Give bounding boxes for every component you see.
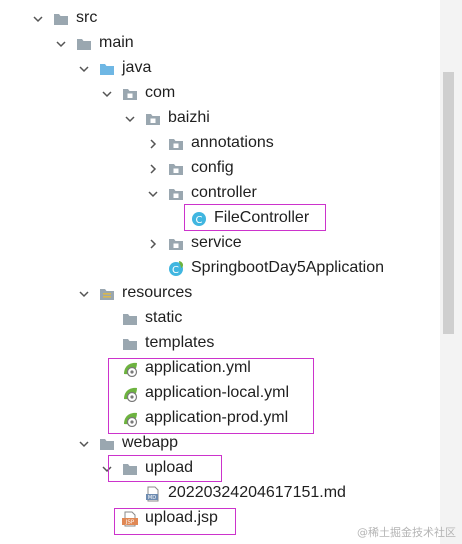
folder-icon xyxy=(53,11,69,27)
chevron-down-icon[interactable] xyxy=(55,37,67,49)
tree-row-static[interactable]: static xyxy=(0,306,440,331)
tree-item-label: src xyxy=(76,9,98,26)
tree-item-label: controller xyxy=(191,184,257,201)
package-icon xyxy=(168,186,184,202)
package-icon xyxy=(145,111,161,127)
chevron-down-icon[interactable] xyxy=(147,187,159,199)
package-icon xyxy=(122,86,138,102)
tree-item-label: static xyxy=(145,309,183,326)
tree-row-controller[interactable]: controller xyxy=(0,181,440,206)
tree-item-label: baizhi xyxy=(168,109,210,126)
chevron-down-icon[interactable] xyxy=(78,62,90,74)
markdown-icon: MD xyxy=(145,486,161,502)
tree-row-java[interactable]: java xyxy=(0,56,440,81)
chevron-down-icon[interactable] xyxy=(101,87,113,99)
package-icon xyxy=(168,236,184,252)
tree-row-service[interactable]: service xyxy=(0,231,440,256)
tree-row-config[interactable]: config xyxy=(0,156,440,181)
svg-text:C: C xyxy=(172,265,179,276)
tree-row-main[interactable]: main xyxy=(0,31,440,56)
tree-item-label: resources xyxy=(122,284,193,301)
tree-row-springbootday5application[interactable]: C SpringbootDay5Application xyxy=(0,256,440,281)
tree-row-baizhi[interactable]: baizhi xyxy=(0,106,440,131)
chevron-right-icon[interactable] xyxy=(147,137,159,149)
folder-icon xyxy=(76,36,92,52)
folder-icon xyxy=(122,311,138,327)
highlight-upload-folder xyxy=(108,455,222,482)
chevron-down-icon[interactable] xyxy=(78,437,90,449)
tree-item-label: templates xyxy=(145,334,215,351)
highlight-filecontroller xyxy=(184,204,326,231)
spring-class-icon: C xyxy=(168,261,184,277)
chevron-down-icon[interactable] xyxy=(78,287,90,299)
highlight-yml-files xyxy=(108,358,314,434)
tree-item-label: SpringbootDay5Application xyxy=(191,259,385,276)
folder-icon xyxy=(122,336,138,352)
tree-row-resources[interactable]: resources xyxy=(0,281,440,306)
tree-item-label: java xyxy=(122,59,152,76)
tree-item-label: service xyxy=(191,234,242,251)
tree-item-label: annotations xyxy=(191,134,274,151)
tree-item-label: com xyxy=(145,84,176,101)
tree-row-templates[interactable]: templates xyxy=(0,331,440,356)
highlight-upload-jsp xyxy=(114,508,236,535)
tree-row-webapp[interactable]: webapp xyxy=(0,431,440,456)
chevron-down-icon[interactable] xyxy=(32,12,44,24)
package-icon xyxy=(168,161,184,177)
svg-text:MD: MD xyxy=(148,495,156,501)
tree-row-20220324204617151-md[interactable]: MD 20220324204617151.md xyxy=(0,481,440,506)
tree-item-label: 20220324204617151.md xyxy=(168,484,346,501)
tree-row-src[interactable]: src xyxy=(0,6,440,31)
chevron-right-icon[interactable] xyxy=(147,237,159,249)
vertical-scrollbar[interactable] xyxy=(440,0,462,544)
chevron-right-icon[interactable] xyxy=(147,162,159,174)
chevron-down-icon[interactable] xyxy=(124,112,136,124)
tree-item-label: main xyxy=(99,34,134,51)
scrollbar-thumb[interactable] xyxy=(443,72,454,334)
source-folder-icon xyxy=(99,61,115,77)
package-icon xyxy=(168,136,184,152)
tree-row-annotations[interactable]: annotations xyxy=(0,131,440,156)
folder-icon xyxy=(99,436,115,452)
tree-item-label: config xyxy=(191,159,234,176)
watermark: @稀土掘金技术社区 xyxy=(357,526,456,539)
tree-row-com[interactable]: com xyxy=(0,81,440,106)
tree-item-label: webapp xyxy=(122,434,179,451)
resources-folder-icon xyxy=(99,286,115,302)
